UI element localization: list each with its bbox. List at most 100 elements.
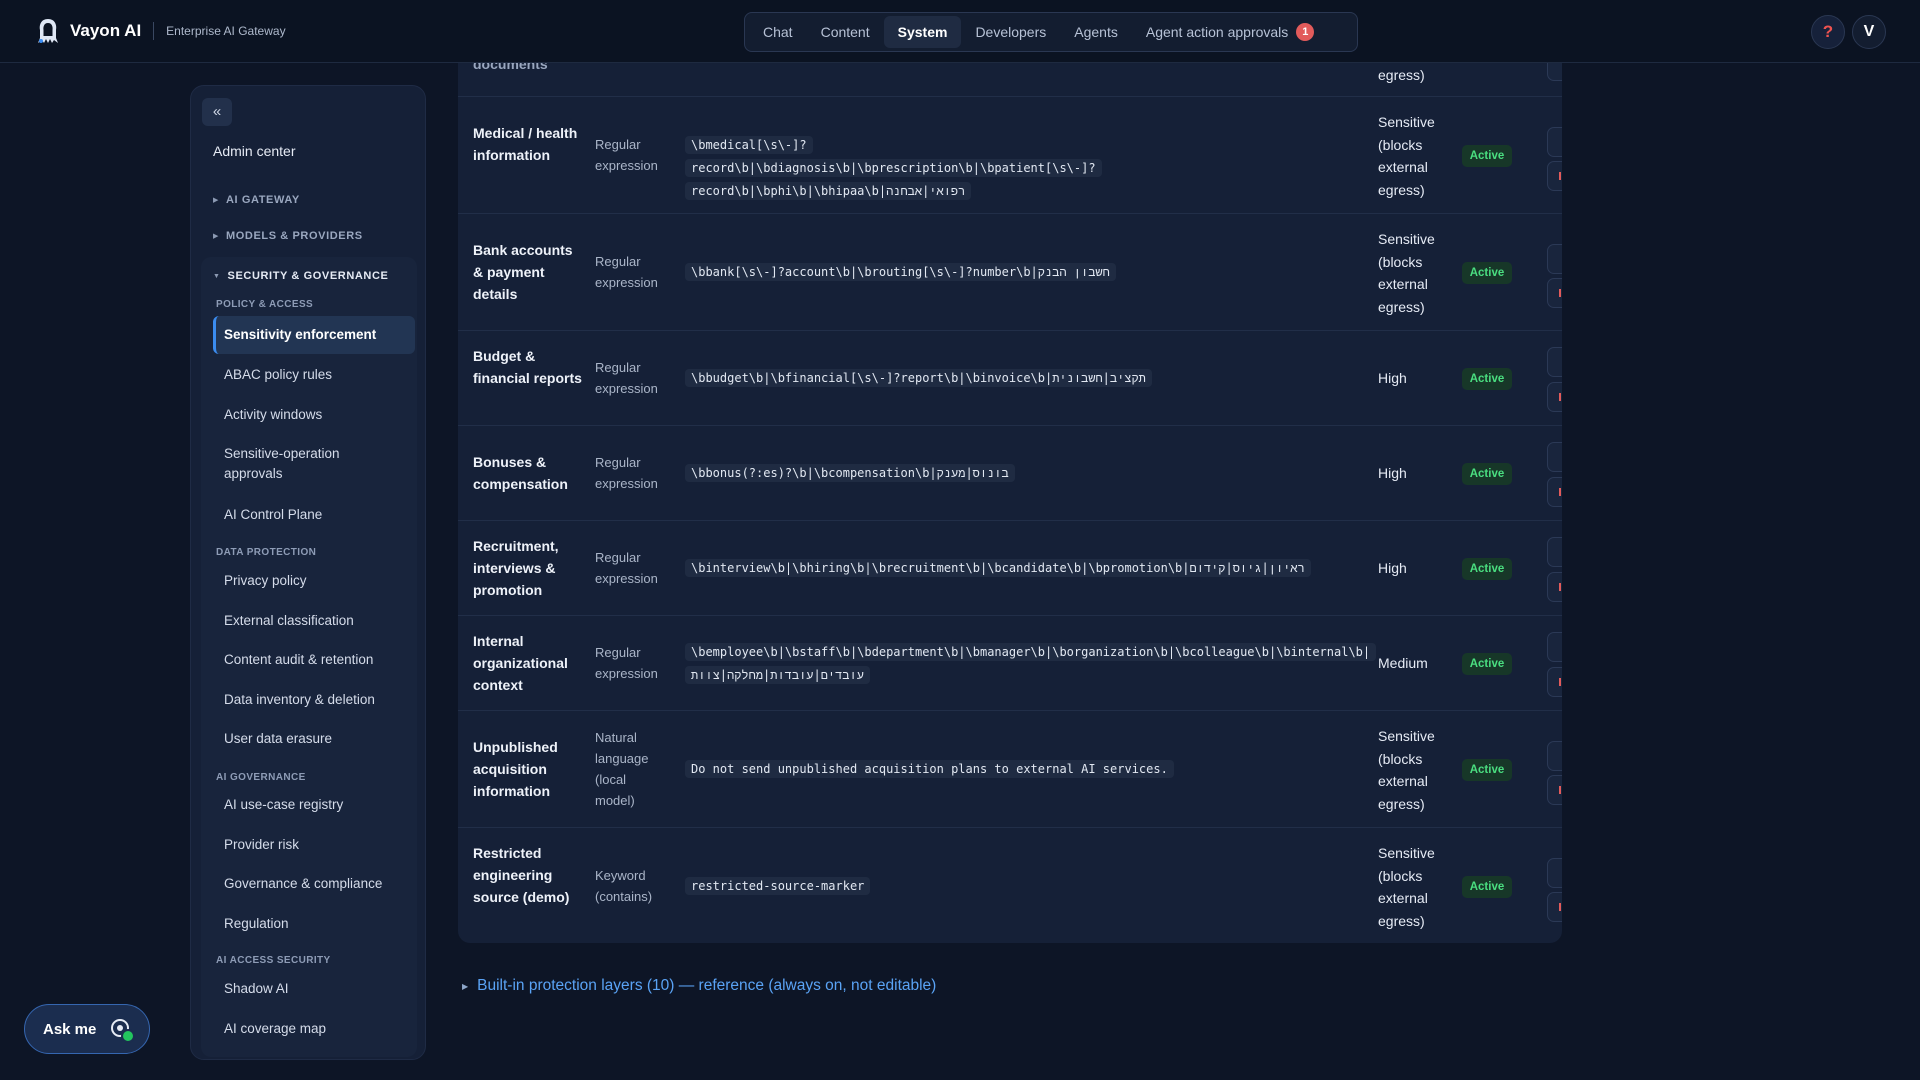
rule-pattern: \bbudget\b|\bfinancial[\s\-]?report\b|\b… [685, 367, 1345, 390]
sidebar-item-external-classification[interactable]: External classification [213, 611, 415, 631]
brand[interactable]: Vayon AI Enterprise AI Gateway [34, 16, 286, 46]
caret-right-icon: ▶ [213, 197, 219, 204]
status-badge: Active [1462, 463, 1512, 485]
sidebar-item-ai-coverage-map[interactable]: AI coverage map [213, 1019, 415, 1039]
user-avatar[interactable]: V [1852, 15, 1886, 49]
sidebar-item-regulation[interactable]: Regulation [213, 914, 415, 934]
sidebar-item-data-inventory-deletion[interactable]: Data inventory & deletion [213, 690, 415, 710]
rule-pattern: restricted-source-marker [685, 875, 1345, 898]
table-row[interactable]: Unpublished acquisition information Natu… [458, 711, 1562, 828]
rule-level: Medium [1378, 655, 1428, 671]
rule-match-type: Regular expression [595, 137, 658, 173]
builtin-protection-layers-toggle[interactable]: ▶ Built-in protection layers (10) — refe… [462, 977, 936, 995]
delete-rule-button[interactable] [1547, 382, 1562, 412]
ask-me-button[interactable]: Ask me [24, 1004, 150, 1054]
table-row[interactable]: Bonuses & compensation Regular expressio… [458, 426, 1562, 521]
sidebar-item-activity-windows[interactable]: Activity windows [213, 405, 415, 425]
caret-right-icon: ▶ [213, 233, 219, 240]
builtin-protection-layers-label: Built-in protection layers (10) — refere… [477, 977, 937, 994]
rule-pattern: \bemployee\b|\bstaff\b|\bdepartment\b|\b… [685, 641, 1377, 687]
brand-subtitle: Enterprise AI Gateway [166, 24, 286, 38]
table-row[interactable]: Restricted engineering source (demo) Key… [458, 828, 1562, 943]
rule-pattern: Do not send unpublished acquisition plan… [685, 758, 1345, 781]
status-badge: Active [1462, 759, 1512, 781]
tab-content[interactable]: Content [807, 16, 884, 48]
rule-name: Medical / health information [473, 125, 578, 163]
table-row[interactable]: Internal organizational context Regular … [458, 616, 1562, 711]
rule-match-type: Regular expression [595, 550, 658, 586]
sidebar-item-ai-use-case-registry[interactable]: AI use-case registry [213, 795, 415, 815]
delete-rule-button[interactable] [1547, 667, 1562, 697]
sidebar-item-ai-control-plane[interactable]: AI Control Plane [213, 505, 415, 525]
sidebar-item-content-audit-retention[interactable]: Content audit & retention [213, 650, 415, 670]
brand-separator [153, 22, 155, 40]
sidebar-item-governance-compliance[interactable]: Governance & compliance [213, 874, 415, 894]
edit-rule-button[interactable] [1547, 442, 1562, 472]
sidebar-item-privacy-policy[interactable]: Privacy policy [213, 571, 415, 591]
edit-rule-button[interactable] [1547, 632, 1562, 662]
rule-match-type: Keyword (contains) [595, 868, 653, 904]
group-label-data-protection: DATA PROTECTION [216, 547, 317, 558]
sidebar-item-abac-policy-rules[interactable]: ABAC policy rules [213, 365, 415, 385]
edit-rule-button[interactable] [1547, 741, 1562, 771]
table-row[interactable]: Budget & financial reports Regular expre… [458, 331, 1562, 426]
rule-level: High [1378, 560, 1407, 576]
rule-level: egress) [1378, 67, 1425, 83]
delete-rule-button[interactable] [1547, 892, 1562, 922]
edit-rule-button[interactable] [1547, 858, 1562, 888]
rule-name: documents [473, 63, 548, 72]
delete-rule-button[interactable] [1547, 477, 1562, 507]
sidebar-title[interactable]: Admin center [213, 143, 295, 159]
admin-sidebar: « Admin center ▶ AI GATEWAY ▶ MODELS & P… [190, 85, 426, 1060]
table-row[interactable]: Bank accounts & payment details Regular … [458, 214, 1562, 331]
rule-level: Sensitive (blocks external egress) [1378, 231, 1435, 315]
help-button[interactable]: ? [1811, 15, 1845, 49]
table-row[interactable]: Medical / health information Regular exp… [458, 97, 1562, 214]
delete-rule-button[interactable] [1547, 161, 1562, 191]
edit-rule-button[interactable] [1547, 127, 1562, 157]
caret-right-icon: ▶ [462, 981, 469, 991]
sidebar-item-sensitive-operation-approvals[interactable]: Sensitive-operation approvals [213, 444, 363, 484]
table-row[interactable]: Recruitment, interviews & promotion Regu… [458, 521, 1562, 616]
tab-chat[interactable]: Chat [749, 16, 807, 48]
brand-name: Vayon AI [70, 21, 142, 40]
tab-agent-action-approvals[interactable]: Agent action approvals 1 [1132, 15, 1328, 49]
sidebar-item-shadow-ai[interactable]: Shadow AI [213, 979, 415, 999]
sidebar-item-sensitivity-enforcement[interactable]: Sensitivity enforcement [213, 316, 415, 354]
section-ai-gateway[interactable]: ▶ AI GATEWAY [213, 194, 300, 206]
assistant-bot-icon [111, 1019, 135, 1043]
section-models-providers[interactable]: ▶ MODELS & PROVIDERS [213, 230, 363, 242]
status-badge: Active [1462, 558, 1512, 580]
tab-developers[interactable]: Developers [961, 16, 1060, 48]
sensitivity-rules-table: documents egress) Medical / health infor… [458, 63, 1562, 943]
rule-pattern: \bbank[\s\-]?account\b|\brouting[\s\-]?n… [685, 261, 1345, 284]
approvals-count-badge: 1 [1296, 23, 1315, 41]
delete-rule-button[interactable] [1547, 572, 1562, 602]
rule-name: Unpublished acquisition information [473, 739, 558, 799]
status-badge: Active [1462, 653, 1512, 675]
rule-pattern: \bbonus(?:es)?\b|\bcompensation\b|בונוס|… [685, 462, 1345, 485]
rule-name: Budget & financial reports [473, 348, 582, 386]
tab-agents[interactable]: Agents [1060, 16, 1132, 48]
rule-match-type: Regular expression [595, 645, 658, 681]
tab-system[interactable]: System [883, 16, 962, 48]
top-bar: Vayon AI Enterprise AI Gateway Chat Cont… [0, 0, 1920, 63]
delete-rule-button[interactable] [1547, 278, 1562, 308]
status-badge: Active [1462, 262, 1512, 284]
delete-rule-button[interactable] [1547, 775, 1562, 805]
status-badge: Active [1462, 876, 1512, 898]
edit-rule-button[interactable] [1547, 347, 1562, 377]
edit-rule-button[interactable] [1547, 244, 1562, 274]
rule-pattern: \bmedical[\s\-]?record\b|\bdiagnosis\b|\… [685, 134, 1205, 203]
section-security-governance[interactable]: ▼ SECURITY & GOVERNANCE [213, 270, 388, 282]
sidebar-item-user-data-erasure[interactable]: User data erasure [213, 729, 415, 749]
rule-level: Sensitive (blocks external egress) [1378, 845, 1435, 929]
row-action-button[interactable] [1547, 63, 1562, 81]
rule-name: Recruitment, interviews & promotion [473, 538, 559, 598]
sidebar-item-provider-risk[interactable]: Provider risk [213, 835, 415, 855]
table-row: documents egress) [458, 63, 1562, 97]
edit-rule-button[interactable] [1547, 537, 1562, 567]
octopus-logo-icon [38, 19, 58, 43]
collapse-sidebar-button[interactable]: « [202, 98, 232, 126]
rule-name: Internal organizational context [473, 633, 568, 693]
